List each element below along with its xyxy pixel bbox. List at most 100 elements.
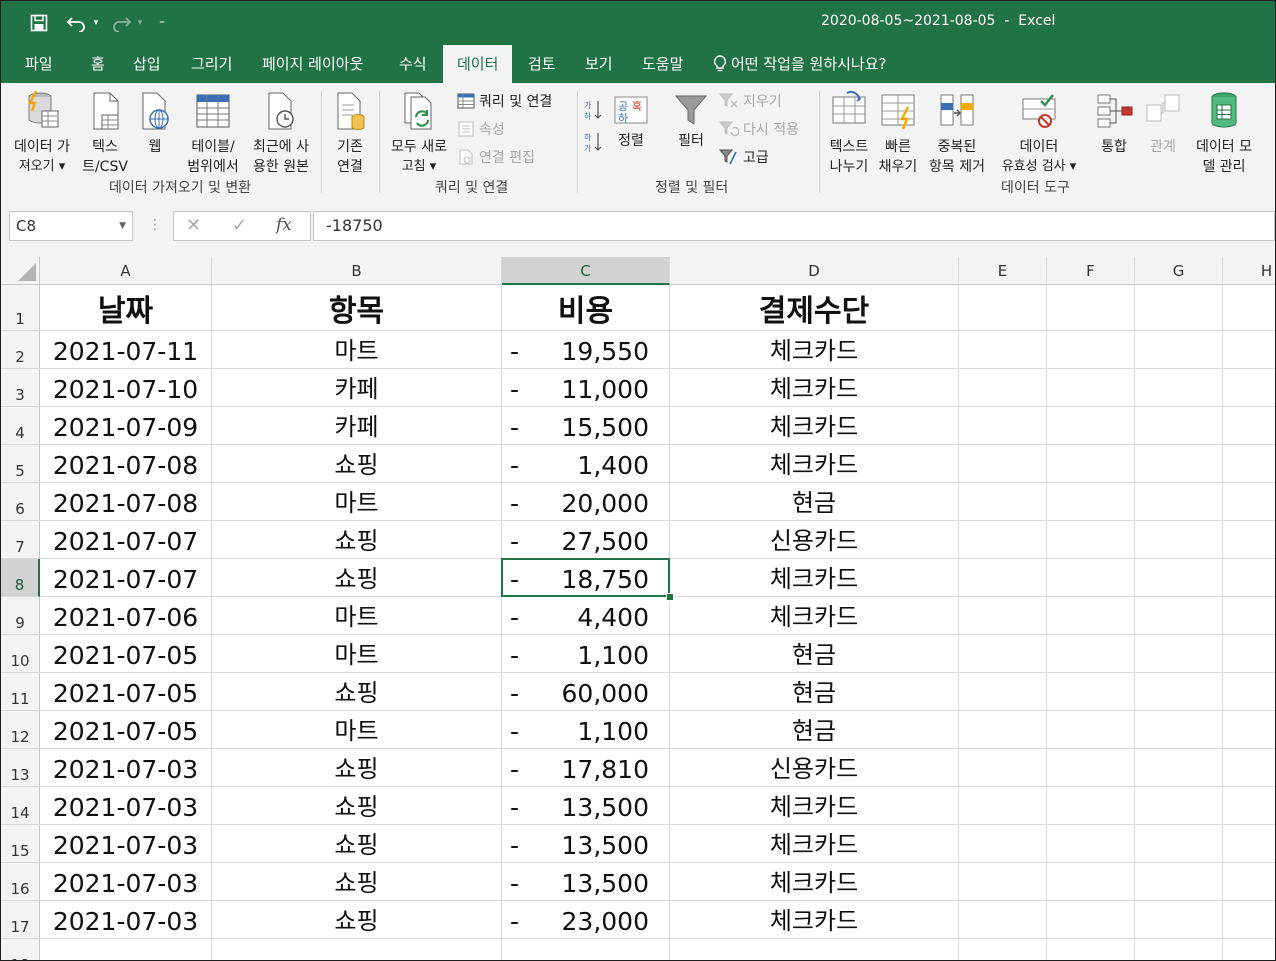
payment-cell[interactable]: 체크카드 (670, 825, 959, 863)
payment-cell[interactable]: 체크카드 (670, 597, 959, 635)
empty-cell[interactable] (959, 787, 1047, 825)
consolidate-button[interactable]: 통합 (1091, 89, 1137, 157)
customize-toolbar-icon[interactable]: ⁼ (155, 11, 169, 35)
reapply-button[interactable]: 다시 적용 (719, 119, 799, 139)
header-cell-item[interactable]: 항목 (212, 285, 502, 331)
advanced-filter-button[interactable]: 고급 (719, 147, 769, 167)
empty-cell[interactable] (959, 597, 1047, 635)
from-table-range-button[interactable]: 테이블/ 범위에서 (181, 89, 245, 177)
row-header-11[interactable]: 11 (1, 673, 40, 711)
fill-handle[interactable] (666, 593, 674, 601)
redo-icon[interactable] (107, 11, 135, 35)
empty-cell[interactable] (1047, 521, 1135, 559)
empty-cell[interactable] (1047, 863, 1135, 901)
empty-cell[interactable] (1135, 825, 1223, 863)
empty-cell[interactable] (1135, 407, 1223, 445)
row-header-18[interactable]: 18 (1, 939, 40, 960)
row-header-13[interactable]: 13 (1, 749, 40, 787)
empty-cell[interactable] (1223, 901, 1275, 939)
tell-me-search[interactable]: 어떤 작업을 원하시나요? (713, 45, 887, 83)
empty-cell[interactable] (1047, 749, 1135, 787)
empty-cell[interactable] (1223, 597, 1275, 635)
empty-cell[interactable] (1223, 863, 1275, 901)
empty-cell[interactable] (1047, 369, 1135, 407)
empty-cell[interactable] (1135, 787, 1223, 825)
sort-button[interactable]: 공혹하 정렬 (609, 93, 653, 151)
existing-connections-button[interactable]: 기존 연결 (327, 89, 373, 177)
row-header-10[interactable]: 10 (1, 635, 40, 673)
undo-icon[interactable] (63, 11, 91, 35)
empty-cell[interactable] (1047, 483, 1135, 521)
empty-cell[interactable] (1223, 369, 1275, 407)
empty-cell[interactable] (1135, 285, 1223, 331)
empty-cell[interactable] (1223, 711, 1275, 749)
row-header-4[interactable]: 4 (1, 407, 40, 445)
save-icon[interactable] (27, 11, 51, 35)
payment-cell[interactable]: 체크카드 (670, 331, 959, 369)
empty-cell[interactable] (1135, 863, 1223, 901)
item-cell[interactable]: 마트 (212, 711, 502, 749)
header-cell-payment[interactable]: 결제수단 (670, 285, 959, 331)
empty-cell[interactable] (959, 749, 1047, 787)
empty-cell[interactable] (1223, 635, 1275, 673)
tab-formulas[interactable]: 수식 (399, 45, 427, 83)
date-cell[interactable]: 2021-07-05 (40, 635, 212, 673)
from-web-button[interactable]: 웹 (135, 89, 175, 157)
item-cell[interactable]: 카페 (212, 407, 502, 445)
cost-cell[interactable]: - 1,400 (502, 445, 670, 483)
empty-cell[interactable] (1047, 331, 1135, 369)
from-text-csv-button[interactable]: 텍스 트/CSV (79, 89, 131, 177)
cost-cell[interactable]: - 1,100 (502, 635, 670, 673)
cost-cell[interactable]: - 4,400 (502, 597, 670, 635)
tab-review[interactable]: 검토 (528, 45, 556, 83)
empty-cell[interactable] (1223, 825, 1275, 863)
cost-cell[interactable]: - 18,750 (502, 559, 670, 597)
undo-dropdown-icon[interactable]: ▾ (91, 11, 101, 35)
row-header-14[interactable]: 14 (1, 787, 40, 825)
empty-cell[interactable] (1047, 597, 1135, 635)
empty-cell[interactable] (1223, 285, 1275, 331)
header-cell-date[interactable]: 날짜 (40, 285, 212, 331)
row-header-6[interactable]: 6 (1, 483, 40, 521)
payment-cell[interactable]: 신용카드 (670, 521, 959, 559)
row-header-15[interactable]: 15 (1, 825, 40, 863)
row-header-16[interactable]: 16 (1, 863, 40, 901)
empty-cell[interactable] (1047, 559, 1135, 597)
get-data-button[interactable]: 데이터 가 져오기 ▾ (7, 89, 77, 177)
empty-cell[interactable] (1135, 635, 1223, 673)
remove-duplicates-button[interactable]: 중복된 항목 제거 (923, 89, 991, 177)
empty-cell[interactable] (1135, 331, 1223, 369)
column-header-c[interactable]: C (502, 257, 670, 285)
column-header-f[interactable]: F (1047, 257, 1135, 285)
header-cell-cost[interactable]: 비용 (502, 285, 670, 331)
item-cell[interactable]: 카페 (212, 369, 502, 407)
empty-cell[interactable] (1135, 711, 1223, 749)
date-cell[interactable]: 2021-07-03 (40, 863, 212, 901)
tab-insert[interactable]: 삽입 (133, 45, 161, 83)
cost-cell[interactable]: - 60,000 (502, 673, 670, 711)
tab-file[interactable]: 파일 (25, 45, 53, 83)
empty-cell[interactable] (1047, 445, 1135, 483)
empty-cell[interactable] (670, 939, 959, 960)
select-all-button[interactable] (1, 257, 40, 285)
cost-cell[interactable]: - 11,000 (502, 369, 670, 407)
row-header-8[interactable]: 8 (1, 559, 40, 597)
empty-cell[interactable] (1047, 673, 1135, 711)
cost-cell[interactable]: - 1,100 (502, 711, 670, 749)
empty-cell[interactable] (959, 483, 1047, 521)
item-cell[interactable]: 쇼핑 (212, 825, 502, 863)
empty-cell[interactable] (1223, 749, 1275, 787)
row-header-5[interactable]: 5 (1, 445, 40, 483)
empty-cell[interactable] (959, 521, 1047, 559)
item-cell[interactable]: 쇼핑 (212, 787, 502, 825)
date-cell[interactable]: 2021-07-11 (40, 331, 212, 369)
empty-cell[interactable] (1135, 521, 1223, 559)
empty-cell[interactable] (1135, 673, 1223, 711)
empty-cell[interactable] (1223, 407, 1275, 445)
row-header-3[interactable]: 3 (1, 369, 40, 407)
column-header-b[interactable]: B (212, 257, 502, 285)
row-header-9[interactable]: 9 (1, 597, 40, 635)
cost-cell[interactable]: - 19,550 (502, 331, 670, 369)
empty-cell[interactable] (1223, 939, 1275, 960)
empty-cell[interactable] (1135, 369, 1223, 407)
